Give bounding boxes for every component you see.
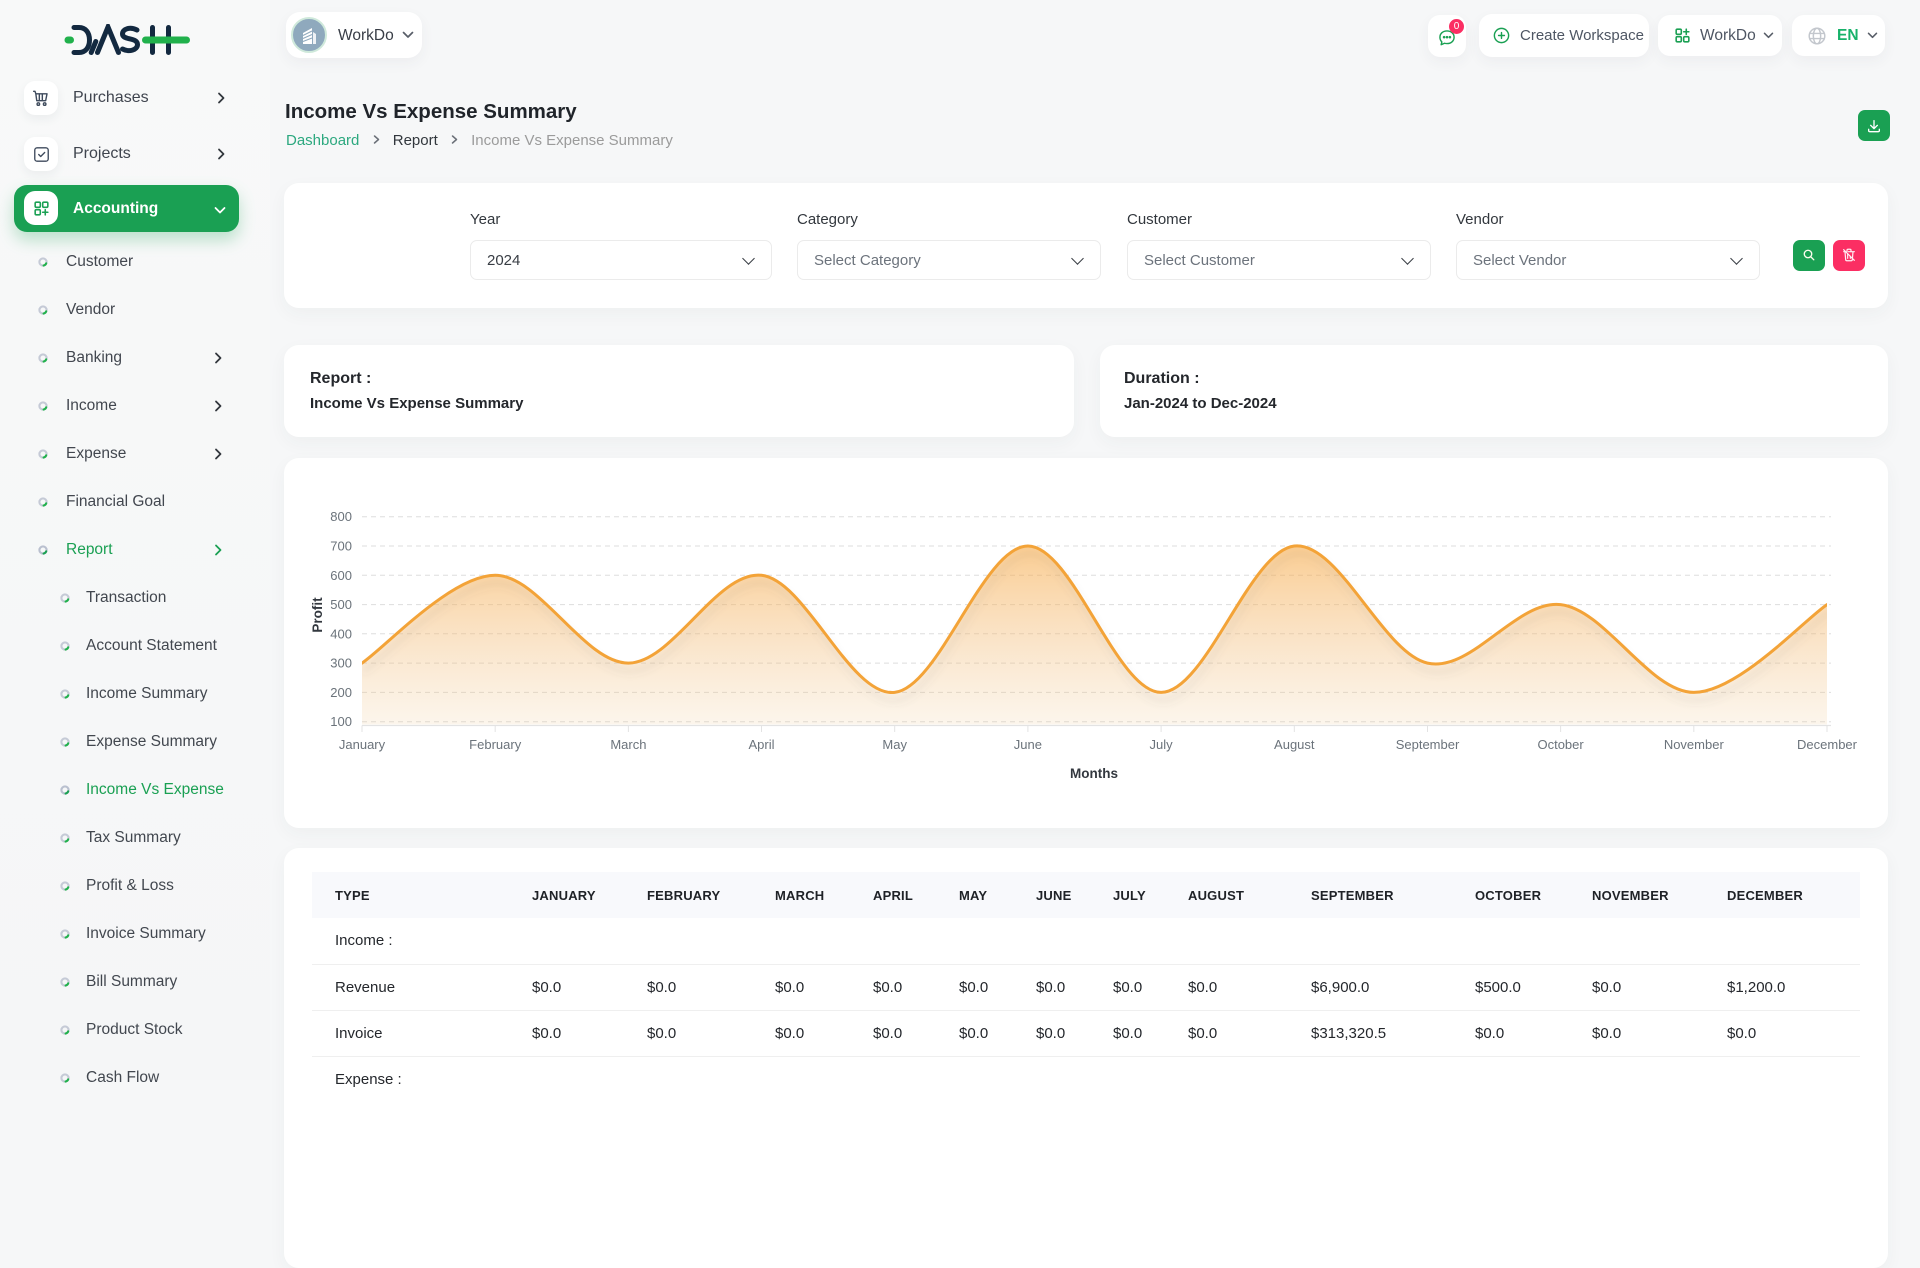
svg-text:July: July xyxy=(1150,737,1174,752)
svg-text:Profit: Profit xyxy=(310,597,325,633)
svg-text:March: March xyxy=(610,737,646,752)
svg-text:November: November xyxy=(1664,737,1725,752)
svg-text:May: May xyxy=(882,737,907,752)
svg-text:400: 400 xyxy=(330,626,352,641)
svg-text:June: June xyxy=(1014,737,1042,752)
svg-text:September: September xyxy=(1396,737,1460,752)
svg-text:October: October xyxy=(1537,737,1584,752)
svg-text:100: 100 xyxy=(330,714,352,729)
svg-text:Months: Months xyxy=(1070,766,1118,781)
svg-text:January: January xyxy=(339,737,386,752)
svg-text:April: April xyxy=(748,737,774,752)
svg-text:December: December xyxy=(1797,737,1858,752)
svg-text:700: 700 xyxy=(330,539,352,554)
svg-text:February: February xyxy=(469,737,522,752)
svg-text:300: 300 xyxy=(330,656,352,671)
svg-text:600: 600 xyxy=(330,568,352,583)
svg-text:500: 500 xyxy=(330,597,352,612)
svg-text:200: 200 xyxy=(330,685,352,700)
svg-text:800: 800 xyxy=(330,509,352,524)
svg-text:August: August xyxy=(1274,737,1315,752)
